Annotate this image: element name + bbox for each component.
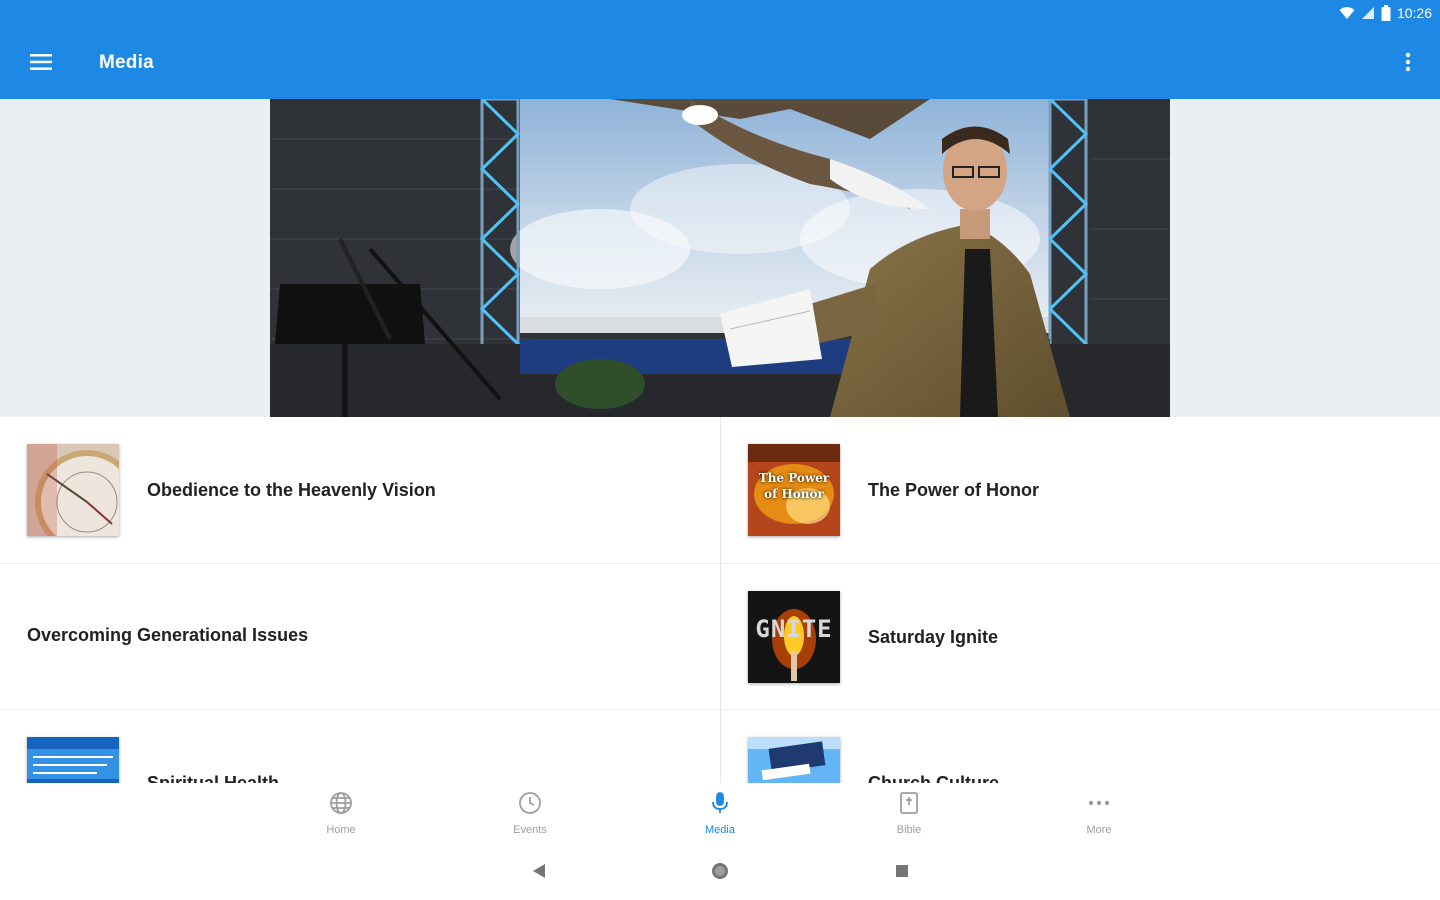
row-divider	[721, 563, 1440, 564]
church-culture-thumbnail	[748, 737, 840, 783]
globe-icon	[329, 791, 353, 820]
item-title: Church Culture	[868, 772, 1000, 784]
list-item[interactable]: GNITE Saturday Ignite	[748, 591, 998, 683]
more-horizontal-icon	[1087, 791, 1111, 820]
list-item[interactable]: Obedience to the Heavenly Vision	[27, 444, 436, 536]
power-of-honor-thumbnail: The Power of Honor	[748, 444, 840, 536]
status-bar: 10:26	[0, 0, 1440, 28]
media-list: Obedience to the Heavenly Vision The Pow…	[0, 417, 1440, 783]
signal-icon	[1361, 6, 1375, 20]
more-vertical-icon	[1405, 52, 1411, 77]
overflow-menu-button[interactable]	[1394, 45, 1422, 83]
page-title: Media	[99, 52, 154, 73]
thumbnail-caption: The Power of Honor	[758, 471, 830, 501]
hero-band	[0, 99, 1440, 417]
nav-label: Home	[326, 824, 356, 836]
wifi-icon	[1339, 6, 1355, 20]
item-title: Saturday Ignite	[868, 626, 999, 647]
nav-item-bible[interactable]: Bible	[864, 791, 954, 843]
status-time: 10:26	[1396, 5, 1432, 21]
nav-item-media[interactable]: Media	[675, 791, 765, 843]
row-divider	[721, 709, 1440, 710]
system-home-button[interactable]	[709, 862, 731, 884]
spiritual-health-thumbnail	[27, 737, 119, 783]
clock-icon	[518, 791, 542, 820]
compass-thumbnail	[27, 444, 119, 536]
thumbnail-caption: GNITE	[755, 615, 833, 643]
item-title: The Power of Honor	[868, 479, 1039, 500]
list-column-divider	[720, 417, 721, 783]
home-circle-icon	[710, 861, 730, 886]
recents-square-icon	[895, 864, 909, 883]
system-recents-button[interactable]	[891, 862, 913, 884]
nav-item-events[interactable]: Events	[485, 791, 575, 843]
nav-item-home[interactable]: Home	[296, 791, 386, 843]
bottom-navigation: Home Events Media Bible More	[0, 783, 1440, 845]
bible-icon	[897, 791, 921, 820]
row-divider	[0, 709, 720, 710]
item-title: Overcoming Generational Issues	[27, 625, 309, 645]
nav-label: Bible	[896, 824, 922, 836]
hero-image[interactable]	[270, 99, 1170, 417]
nav-label: More	[1086, 824, 1112, 836]
nav-label: Events	[513, 824, 547, 836]
back-triangle-icon	[532, 863, 546, 884]
app-bar: Media	[0, 28, 1440, 99]
status-icons: 10:26	[1339, 5, 1432, 21]
nav-item-more[interactable]: More	[1054, 791, 1144, 843]
row-divider	[0, 563, 720, 564]
microphone-icon	[708, 791, 732, 820]
list-item[interactable]: Spiritual Health	[27, 737, 279, 783]
list-item[interactable]: The Power of Honor The Power of Honor	[748, 444, 1039, 536]
battery-icon	[1381, 5, 1391, 21]
item-title: Spiritual Health	[147, 772, 280, 784]
ignite-thumbnail: GNITE	[748, 591, 840, 683]
system-back-button[interactable]	[528, 862, 550, 884]
list-item[interactable]: Overcoming Generational Issues	[27, 625, 308, 646]
list-item[interactable]: Church Culture	[748, 737, 999, 783]
hamburger-icon	[30, 53, 52, 75]
item-title: Obedience to the Heavenly Vision	[147, 479, 436, 500]
nav-label: Media	[705, 824, 735, 836]
menu-button[interactable]	[22, 45, 60, 83]
system-navigation-bar	[0, 845, 1440, 900]
